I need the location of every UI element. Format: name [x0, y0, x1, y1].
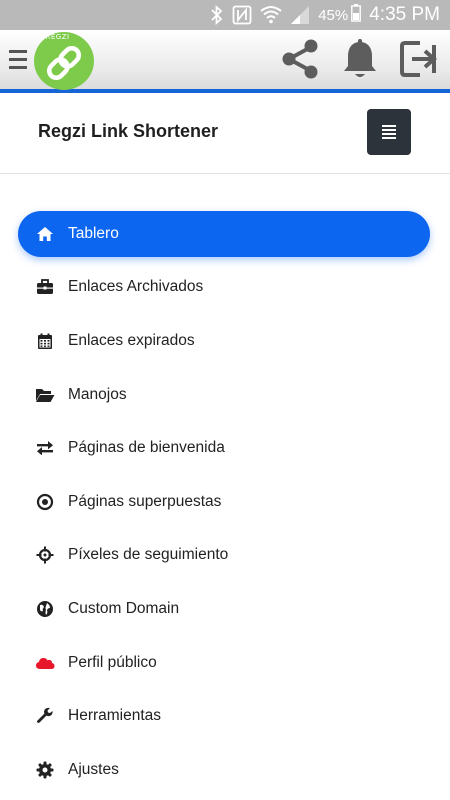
exchange-icon: [35, 438, 55, 458]
menu-item-label: Manojos: [68, 386, 127, 403]
share-icon: [282, 39, 318, 79]
menu-item-enlaces-expirados[interactable]: Enlaces expirados: [18, 318, 430, 364]
notifications-button[interactable]: [337, 36, 383, 82]
menu-item-manojos[interactable]: Manojos: [18, 372, 430, 418]
menu-item-label: Perfil público: [68, 654, 157, 671]
menu-item-label: Páginas superpuestas: [68, 493, 222, 510]
menu-item-label: Enlaces Archivados: [68, 278, 204, 295]
battery-indicator: 45%: [318, 4, 362, 26]
menu-item-perfil-publico[interactable]: Perfil público: [18, 640, 430, 686]
menu-item-custom-domain[interactable]: Custom Domain: [18, 586, 430, 632]
bell-icon: [344, 39, 376, 77]
logout-icon: [400, 41, 438, 77]
menu-item-label: Enlaces expirados: [68, 332, 195, 349]
status-bar: 45% 4:35 PM: [0, 0, 450, 30]
dot-circle-icon: [35, 492, 55, 512]
logout-button[interactable]: [396, 36, 442, 82]
drawer-handle-icon[interactable]: [9, 50, 27, 70]
menu-item-label: Custom Domain: [68, 600, 180, 617]
briefcase-icon: [35, 277, 55, 297]
menu-item-label: Tablero: [68, 225, 119, 242]
menu-item-pixeles-seguimiento[interactable]: Píxeles de seguimiento: [18, 532, 430, 578]
cloud-icon: [35, 653, 55, 673]
menu-item-label: Herramientas: [68, 707, 162, 724]
sidebar-menu: Tablero Enlaces Archivados Enlaces expir…: [0, 174, 450, 800]
globe-icon: [35, 599, 55, 619]
sidebar-header: Regzi Link Shortener: [0, 97, 450, 174]
home-icon: [35, 224, 55, 244]
app-bar: @REGZI: [0, 30, 450, 93]
calendar-icon: [35, 331, 55, 351]
menu-item-label: Páginas de bienvenida: [68, 439, 225, 456]
status-icons: 45% 4:35 PM: [210, 0, 440, 30]
menu-item-ajustes[interactable]: Ajustes: [18, 747, 430, 793]
battery-icon: [351, 4, 362, 26]
menu-item-enlaces-archivados[interactable]: Enlaces Archivados: [18, 264, 430, 310]
cog-icon: [35, 760, 55, 780]
menu-item-label: Ajustes: [68, 761, 119, 778]
list-icon: [382, 123, 396, 141]
app-screen: 45% 4:35 PM @REGZI Regzi Link Shortener …: [0, 0, 450, 800]
bluetooth-icon: [210, 5, 224, 25]
menu-item-paginas-superpuestas[interactable]: Páginas superpuestas: [18, 479, 430, 525]
app-logo[interactable]: @REGZI: [34, 32, 94, 90]
wrench-icon: [35, 706, 55, 726]
clock: 4:35 PM: [369, 4, 440, 25]
app-title: Regzi Link Shortener: [38, 121, 219, 141]
logo-tag: @REGZI: [38, 33, 70, 41]
signal-icon: [290, 5, 310, 25]
folder-open-icon: [35, 385, 55, 405]
nfc-icon: [232, 5, 252, 25]
menu-item-herramientas[interactable]: Herramientas: [18, 693, 430, 739]
menu-item-tablero[interactable]: Tablero: [18, 211, 430, 257]
menu-toggle-button[interactable]: [367, 109, 411, 155]
menu-item-paginas-bienvenida[interactable]: Páginas de bienvenida: [18, 425, 430, 471]
menu-item-label: Píxeles de seguimiento: [68, 546, 229, 563]
wifi-icon: [260, 5, 282, 25]
crosshairs-icon: [35, 545, 55, 565]
share-button[interactable]: [277, 36, 323, 82]
battery-percent: 45%: [318, 6, 349, 24]
